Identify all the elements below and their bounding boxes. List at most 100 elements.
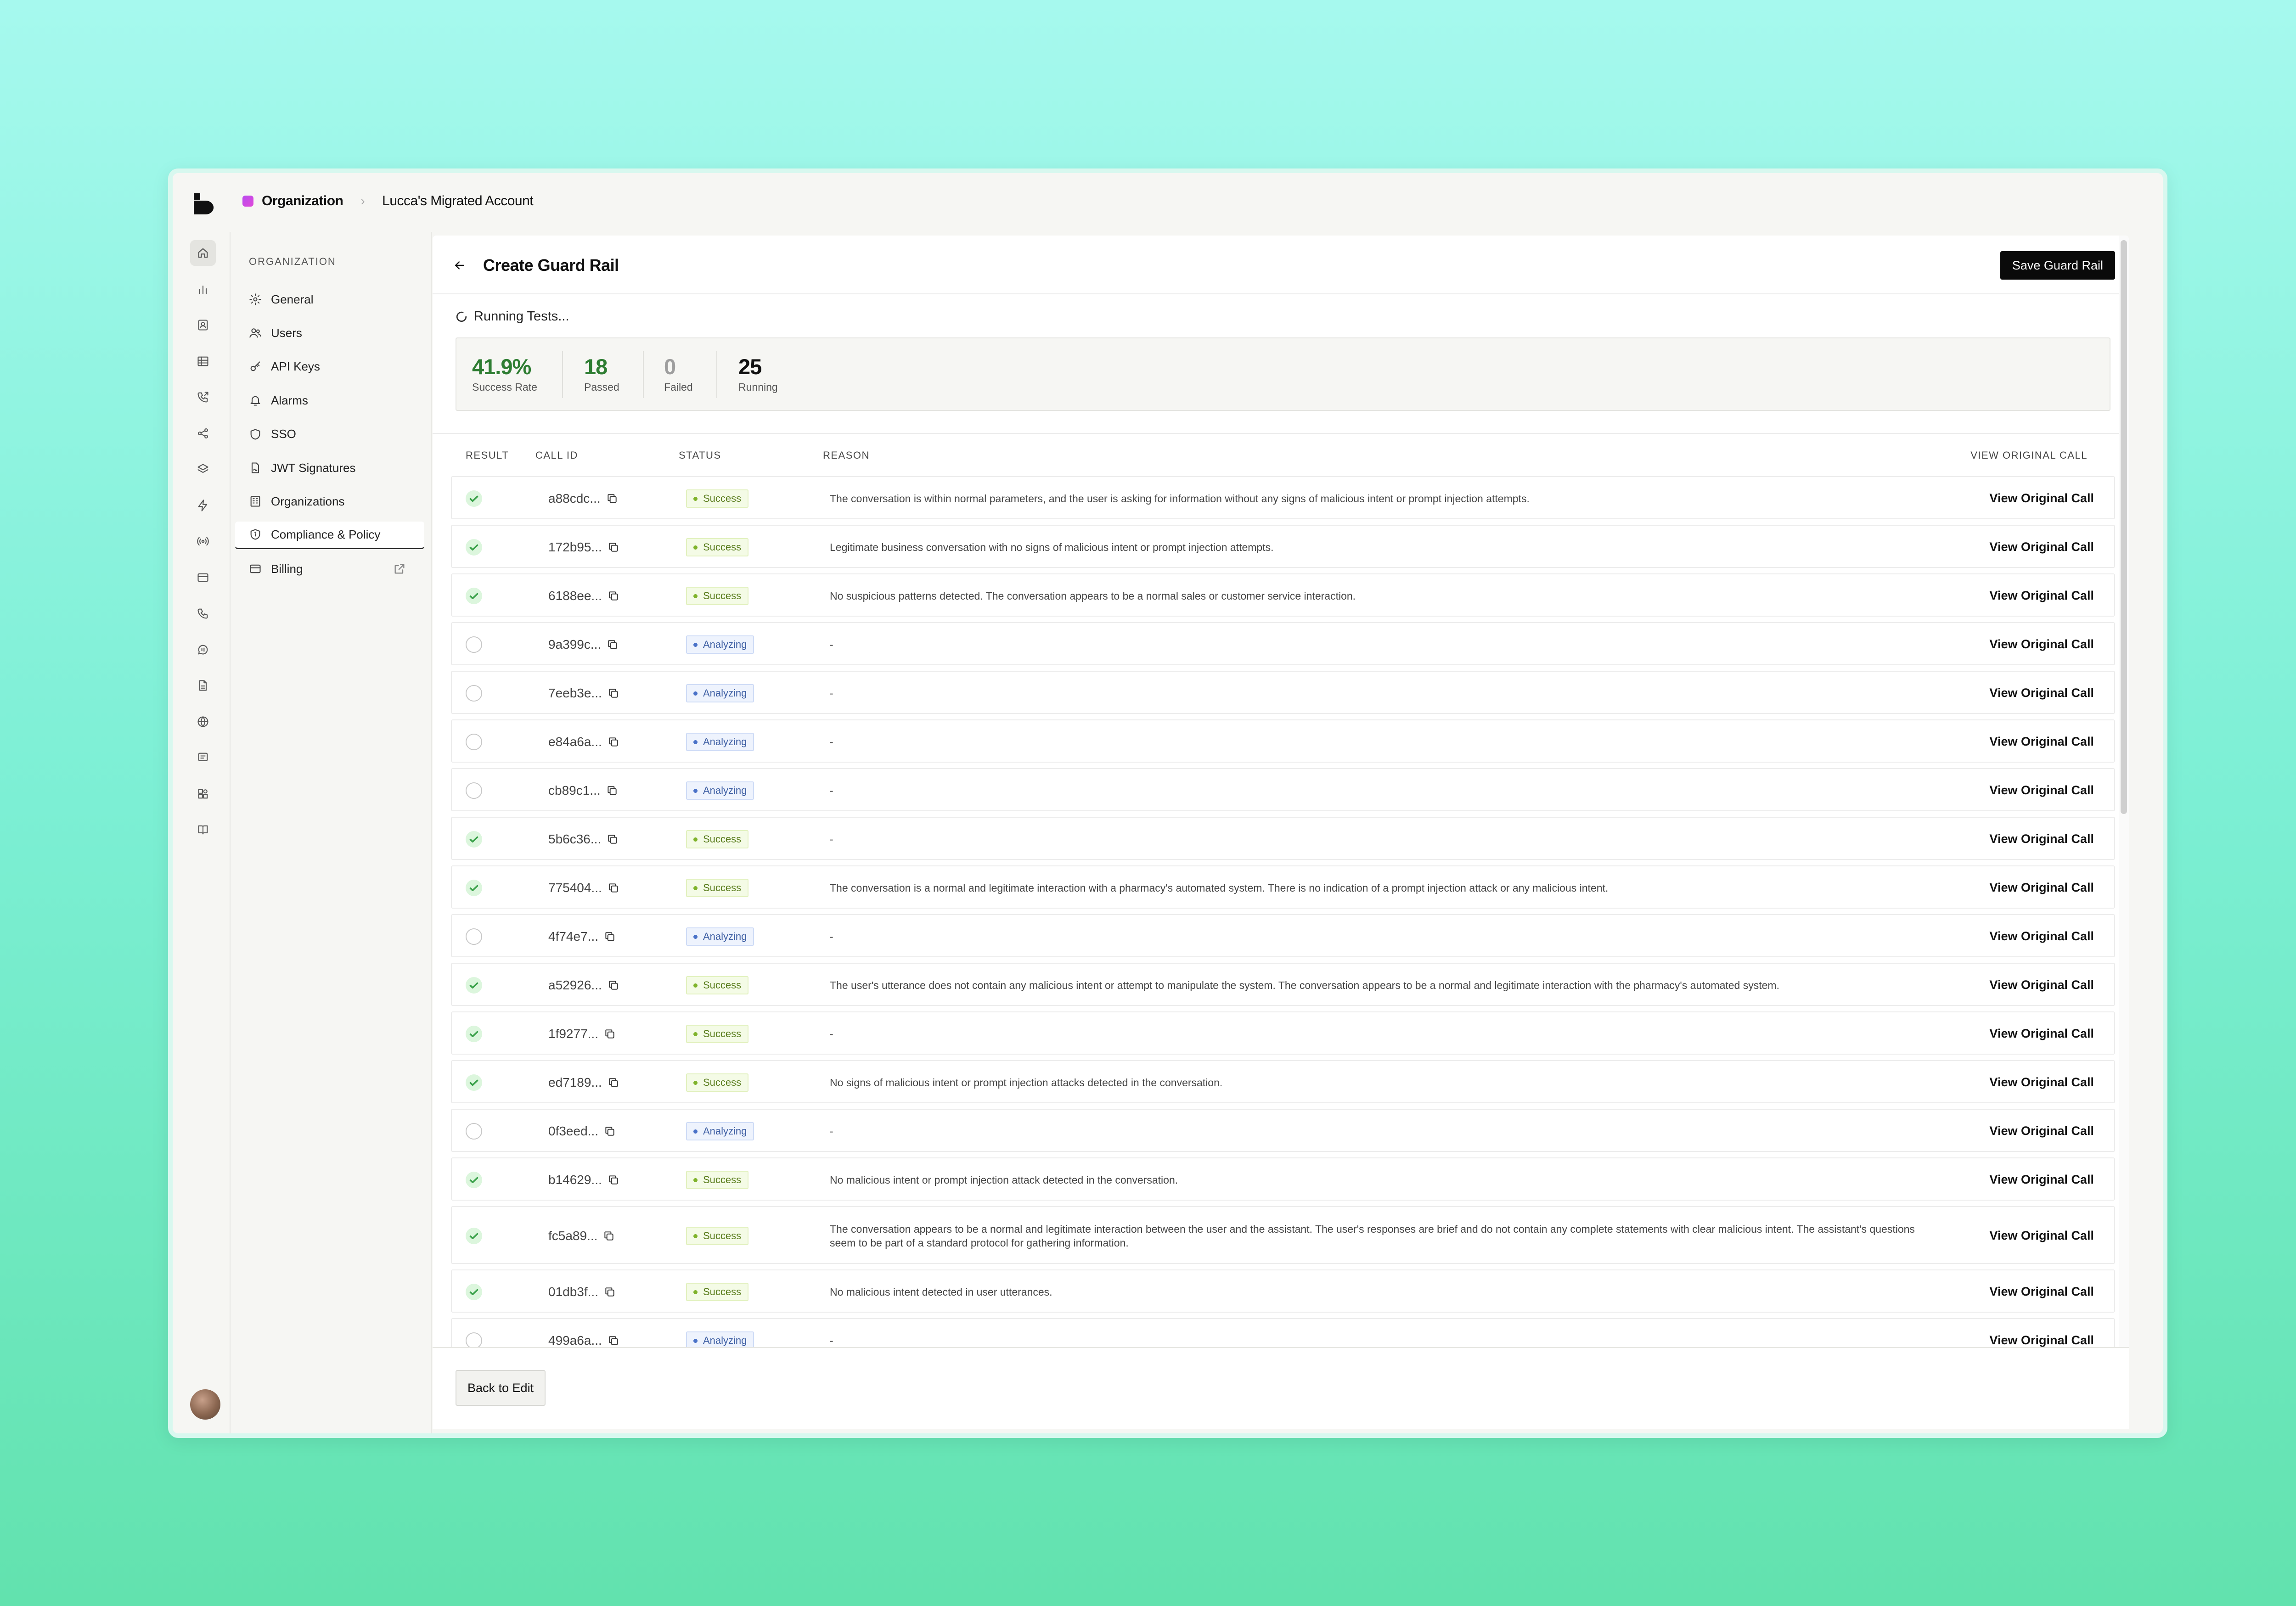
call-id-text: 01db3f... bbox=[548, 1285, 598, 1299]
rail-card-button[interactable] bbox=[190, 565, 216, 590]
nav-item-sso[interactable]: SSO bbox=[235, 421, 424, 448]
view-original-call-link[interactable]: View Original Call bbox=[1989, 929, 2094, 943]
copy-icon[interactable] bbox=[604, 1125, 616, 1137]
rail-puzzle-button[interactable] bbox=[190, 781, 216, 807]
result-pending-icon bbox=[466, 734, 482, 750]
nav-item-label: JWT Signatures bbox=[271, 460, 356, 475]
back-to-edit-button[interactable]: Back to Edit bbox=[456, 1370, 546, 1406]
nav-item-billing[interactable]: Billing bbox=[235, 555, 424, 583]
status-badge: Success bbox=[686, 1283, 749, 1301]
nav-item-organizations[interactable]: Organizations bbox=[235, 488, 424, 515]
copy-icon[interactable] bbox=[604, 1286, 616, 1298]
stat-success-rate-label: Success Rate bbox=[472, 381, 537, 393]
view-original-call-link[interactable]: View Original Call bbox=[1989, 686, 2094, 700]
result-check-icon bbox=[466, 1284, 482, 1300]
copy-icon[interactable] bbox=[608, 979, 619, 991]
nav-item-api-keys[interactable]: API Keys bbox=[235, 353, 424, 381]
icon-rail bbox=[173, 232, 230, 1433]
section-divider bbox=[433, 433, 2129, 434]
copy-icon[interactable] bbox=[608, 1335, 619, 1347]
view-original-call-link[interactable]: View Original Call bbox=[1989, 978, 2094, 992]
nav-item-alarms[interactable]: Alarms bbox=[235, 387, 424, 414]
copy-icon[interactable] bbox=[607, 639, 619, 651]
breadcrumb-account[interactable]: Lucca's Migrated Account bbox=[382, 193, 533, 209]
nav-item-label: Billing bbox=[271, 562, 303, 576]
breadcrumb-org[interactable]: Organization bbox=[262, 193, 343, 209]
table-row: a52926... Success The user's utterance doe… bbox=[451, 963, 2115, 1006]
user-avatar[interactable] bbox=[190, 1389, 220, 1420]
stat-passed: 18 Passed bbox=[584, 354, 619, 393]
rail-contacts-button[interactable] bbox=[190, 312, 216, 338]
copy-icon[interactable] bbox=[608, 1077, 619, 1089]
copy-icon[interactable] bbox=[604, 931, 616, 943]
view-original-call-link[interactable]: View Original Call bbox=[1989, 783, 2094, 797]
stack-icon bbox=[197, 464, 208, 473]
view-original-call-link[interactable]: View Original Call bbox=[1989, 637, 2094, 651]
view-original-call-link[interactable]: View Original Call bbox=[1989, 1124, 2094, 1138]
rail-share-button[interactable] bbox=[190, 421, 216, 446]
view-original-call-link[interactable]: View Original Call bbox=[1989, 589, 2094, 603]
nav-item-compliance-policy[interactable]: Compliance & Policy bbox=[235, 521, 424, 549]
rail-table-button[interactable] bbox=[190, 348, 216, 374]
copy-icon[interactable] bbox=[608, 882, 619, 894]
copy-icon[interactable] bbox=[608, 590, 619, 602]
nav-item-general[interactable]: General bbox=[235, 286, 424, 313]
copy-icon[interactable] bbox=[608, 687, 619, 699]
brand-logo[interactable] bbox=[193, 192, 214, 215]
scrollbar-thumb[interactable] bbox=[2121, 240, 2127, 814]
copy-icon[interactable] bbox=[607, 833, 619, 845]
view-original-call-link[interactable]: View Original Call bbox=[1989, 1229, 2094, 1243]
copy-icon[interactable] bbox=[606, 493, 618, 505]
view-original-call-link[interactable]: View Original Call bbox=[1989, 1333, 2094, 1348]
nav-item-users[interactable]: Users bbox=[235, 319, 424, 347]
rail-home-button[interactable] bbox=[190, 240, 216, 266]
view-original-call-link[interactable]: View Original Call bbox=[1989, 1027, 2094, 1041]
rail-stack-button[interactable] bbox=[190, 456, 216, 482]
call-id-text: a88cdc... bbox=[548, 491, 601, 505]
nav-item-jwt-signatures[interactable]: JWT Signatures bbox=[235, 454, 424, 482]
rail-globe-button[interactable] bbox=[190, 709, 216, 735]
copy-icon[interactable] bbox=[608, 541, 619, 553]
chat-voice-icon bbox=[198, 645, 208, 654]
result-pending-icon bbox=[466, 1123, 482, 1140]
view-original-call-link[interactable]: View Original Call bbox=[1989, 540, 2094, 554]
stat-failed-label: Failed bbox=[664, 381, 693, 393]
breadcrumb: Organization › Lucca's Migrated Account bbox=[242, 193, 534, 209]
org-dot-icon bbox=[242, 196, 253, 207]
rail-message-button[interactable] bbox=[190, 745, 216, 770]
status-badge: Success bbox=[686, 879, 749, 897]
view-original-call-link[interactable]: View Original Call bbox=[1989, 491, 2094, 505]
rail-lightning-button[interactable] bbox=[190, 493, 216, 518]
rail-book-button[interactable] bbox=[190, 817, 216, 842]
view-original-call-link[interactable]: View Original Call bbox=[1989, 1285, 2094, 1299]
call-id-text: b14629... bbox=[548, 1173, 602, 1187]
stat-divider bbox=[643, 351, 644, 398]
call-id-text: 172b95... bbox=[548, 540, 602, 554]
save-guard-rail-button[interactable]: Save Guard Rail bbox=[2000, 251, 2115, 280]
view-original-call-link[interactable]: View Original Call bbox=[1989, 881, 2094, 895]
copy-icon[interactable] bbox=[606, 785, 618, 797]
result-check-icon bbox=[466, 539, 482, 556]
running-label: Running Tests... bbox=[474, 309, 569, 324]
rail-phone-forward-button[interactable] bbox=[190, 384, 216, 410]
rail-broadcast-button[interactable] bbox=[190, 528, 216, 554]
page-title: Create Guard Rail bbox=[483, 256, 619, 275]
result-check-icon bbox=[466, 1228, 482, 1244]
stat-success-rate-value: 41.9% bbox=[472, 354, 531, 379]
copy-icon[interactable] bbox=[608, 736, 619, 748]
view-original-call-link[interactable]: View Original Call bbox=[1989, 832, 2094, 846]
users-icon bbox=[249, 328, 261, 338]
rail-chat-voice-button[interactable] bbox=[190, 637, 216, 663]
copy-icon[interactable] bbox=[603, 1230, 615, 1242]
status-badge: Success bbox=[686, 489, 749, 508]
view-original-call-link[interactable]: View Original Call bbox=[1989, 1075, 2094, 1089]
view-original-call-link[interactable]: View Original Call bbox=[1989, 1173, 2094, 1187]
copy-icon[interactable] bbox=[608, 1174, 619, 1186]
scrollbar[interactable] bbox=[2119, 236, 2129, 1429]
rail-document-button[interactable] bbox=[190, 673, 216, 698]
rail-phone-button[interactable] bbox=[190, 601, 216, 626]
copy-icon[interactable] bbox=[604, 1028, 616, 1040]
back-arrow-icon[interactable] bbox=[453, 258, 467, 272]
view-original-call-link[interactable]: View Original Call bbox=[1989, 735, 2094, 749]
rail-chart-button[interactable] bbox=[190, 276, 216, 302]
